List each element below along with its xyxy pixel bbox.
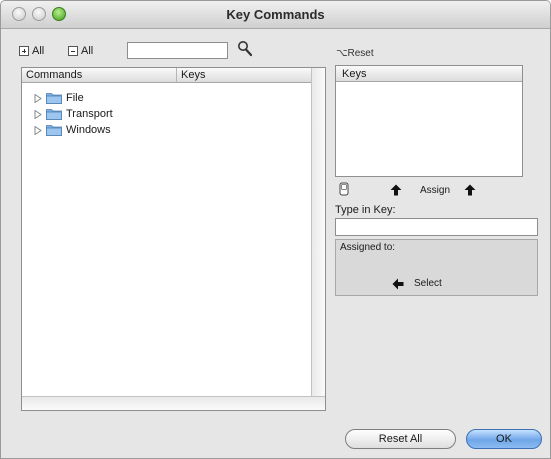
keys-list[interactable]: Keys: [335, 65, 523, 177]
horizontal-scrollbar[interactable]: [22, 396, 325, 410]
folder-icon: [46, 109, 62, 120]
assigned-to-box: Assigned to: Select: [335, 239, 538, 296]
collapse-icon: [68, 46, 78, 56]
expand-all-button[interactable]: All: [19, 45, 44, 57]
vertical-scrollbar[interactable]: [311, 68, 325, 396]
collapse-all-label: All: [81, 45, 94, 57]
title-bar[interactable]: Key Commands: [1, 1, 550, 29]
folder-icon: [46, 125, 62, 136]
assign-label[interactable]: Assign: [420, 185, 450, 196]
tree-item-label: File: [66, 92, 84, 104]
tree-item-file[interactable]: File: [34, 91, 84, 105]
column-header-keys[interactable]: Keys: [177, 68, 319, 83]
expand-all-label: All: [32, 45, 45, 57]
commands-list[interactable]: Commands Keys File Transport Windows: [21, 67, 326, 411]
reset-button[interactable]: ⌥Reset: [336, 48, 374, 59]
window-title: Key Commands: [226, 7, 325, 22]
tree-item-label: Windows: [66, 124, 111, 136]
collapse-all-button[interactable]: All: [68, 45, 93, 57]
disclosure-triangle-icon[interactable]: [34, 109, 42, 119]
tree-item-windows[interactable]: Windows: [34, 123, 111, 137]
arrow-left-icon[interactable]: [392, 278, 404, 290]
column-header-commands[interactable]: Commands: [22, 68, 177, 83]
select-label[interactable]: Select: [414, 278, 442, 289]
folder-icon: [46, 93, 62, 104]
assigned-to-label: Assigned to:: [340, 242, 396, 253]
search-icon[interactable]: [237, 40, 253, 58]
expand-icon: [19, 46, 29, 56]
search-input[interactable]: [127, 42, 228, 59]
arrow-up-icon[interactable]: [390, 184, 402, 196]
tree-item-transport[interactable]: Transport: [34, 107, 113, 121]
disclosure-triangle-icon[interactable]: [34, 93, 42, 103]
key-cap-icon[interactable]: [339, 182, 350, 197]
ok-button[interactable]: OK: [466, 429, 542, 449]
key-commands-window: Key Commands All All ⌥Reset Commands Key…: [0, 0, 551, 459]
keys-header[interactable]: Keys: [336, 66, 522, 82]
assign-row: Assign: [335, 181, 523, 199]
disclosure-triangle-icon[interactable]: [34, 125, 42, 135]
reset-all-button[interactable]: Reset All: [345, 429, 456, 449]
arrow-up-icon[interactable]: [464, 184, 476, 196]
tree-item-label: Transport: [66, 108, 113, 120]
type-in-key-label: Type in Key:: [335, 204, 396, 216]
type-in-key-input[interactable]: [335, 218, 538, 236]
